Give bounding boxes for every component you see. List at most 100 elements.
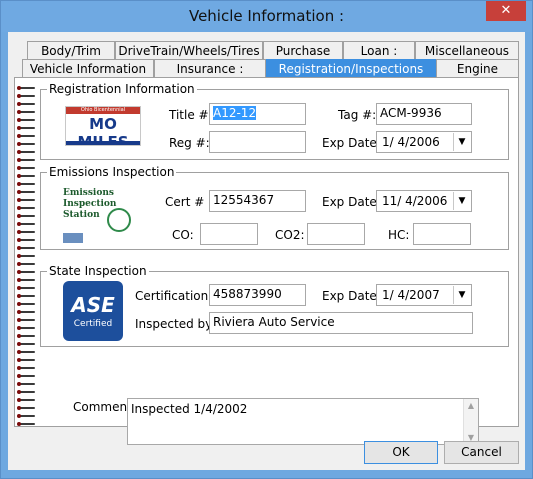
emissions-exp-date-value: 11/ 4/2006	[382, 194, 448, 208]
comment-scrollbar[interactable]: ▲ ▼	[463, 399, 478, 444]
state-certification-input[interactable]: 458873990	[209, 284, 306, 306]
emissions-exp-date-picker[interactable]: 11/ 4/2006 ▼	[376, 190, 472, 212]
tab-vehicle-information[interactable]: Vehicle Information	[22, 59, 154, 77]
spiral-binding	[15, 78, 39, 426]
chevron-down-icon[interactable]: ▼	[453, 286, 470, 304]
binding-ring	[17, 118, 37, 122]
ok-button[interactable]: OK	[364, 441, 438, 464]
state-exp-date-value: 1/ 4/2007	[382, 288, 440, 302]
tag-label: Tag #:	[338, 108, 377, 122]
binding-ring	[17, 414, 37, 418]
co2-label: CO2:	[275, 228, 305, 242]
binding-ring	[17, 166, 37, 170]
binding-ring	[17, 142, 37, 146]
tab-purchase[interactable]: Purchase	[263, 41, 343, 59]
inspected-by-label: Inspected by :	[135, 317, 221, 331]
binding-ring	[17, 310, 37, 314]
binding-ring	[17, 246, 37, 250]
inspected-by-input[interactable]: Riviera Auto Service	[209, 312, 473, 334]
binding-ring	[17, 358, 37, 362]
deq-logo-icon	[63, 233, 83, 243]
binding-ring	[17, 382, 37, 386]
binding-ring	[17, 286, 37, 290]
binding-ring	[17, 174, 37, 178]
binding-ring	[17, 198, 37, 202]
binding-ring	[17, 126, 37, 130]
emissions-cert-input[interactable]: 12554367	[209, 190, 306, 212]
reg-label: Reg #:	[169, 136, 210, 150]
hc-input[interactable]	[413, 223, 471, 245]
tab-miscellaneous[interactable]: Miscellaneous	[415, 41, 519, 59]
reg-number-input[interactable]	[209, 131, 306, 153]
registration-legend: Registration Information	[47, 82, 197, 96]
plate-stripe	[66, 141, 140, 145]
binding-ring	[17, 366, 37, 370]
tag-number-input[interactable]: ACM-9936	[376, 103, 472, 125]
ase-logo-sub: Certified	[73, 319, 113, 329]
emissions-exp-date-label: Exp Date:	[322, 195, 381, 209]
dialog-client-area: Body/Trim DriveTrain/Wheels/Tires Purcha…	[8, 32, 525, 470]
binding-ring	[17, 94, 37, 98]
binding-ring	[17, 406, 37, 410]
state-inspection-group: State Inspection ASE Certified Certifica…	[40, 264, 509, 347]
registration-exp-date-value: 1/ 4/2006	[382, 135, 440, 149]
title-number-value: A12-12	[213, 106, 257, 120]
tab-body-trim[interactable]: Body/Trim	[27, 41, 115, 59]
tab-engine[interactable]: Engine	[436, 59, 519, 77]
registration-exp-date-label: Exp Date:	[322, 136, 381, 150]
binding-ring	[17, 342, 37, 346]
binding-ring	[17, 134, 37, 138]
scroll-up-icon[interactable]: ▲	[464, 401, 478, 410]
cancel-button[interactable]: Cancel	[444, 441, 519, 464]
binding-ring	[17, 206, 37, 210]
registration-inspections-panel: Registration Information Ohio Bicentenni…	[14, 77, 519, 445]
tab-drivetrain[interactable]: DriveTrain/Wheels/Tires	[115, 41, 263, 59]
license-plate-image: Ohio Bicentennial MO MILES	[65, 106, 141, 146]
binding-ring	[17, 150, 37, 154]
cert-label: Cert # :	[165, 195, 213, 209]
binding-ring	[17, 262, 37, 266]
ase-certified-logo: ASE Certified	[63, 281, 123, 341]
co2-input[interactable]	[307, 223, 365, 245]
state-exp-date-picker[interactable]: 1/ 4/2007 ▼	[376, 284, 472, 306]
chevron-down-icon[interactable]: ▼	[453, 133, 470, 151]
binding-ring	[17, 230, 37, 234]
binding-ring	[17, 398, 37, 402]
registration-exp-date-picker[interactable]: 1/ 4/2006 ▼	[376, 131, 472, 153]
binding-ring	[17, 190, 37, 194]
binding-ring	[17, 294, 37, 298]
tab-loan[interactable]: Loan :	[343, 41, 415, 59]
binding-ring	[17, 334, 37, 338]
binding-ring	[17, 86, 37, 90]
emissions-station-image: Emissions Inspection Station	[61, 186, 137, 246]
emissions-logo-line2: Inspection	[63, 199, 117, 209]
ase-logo-text: ASE	[71, 293, 115, 317]
binding-ring	[17, 326, 37, 330]
co-input[interactable]	[200, 223, 258, 245]
binding-ring	[17, 102, 37, 106]
binding-ring	[17, 238, 37, 242]
binding-ring	[17, 318, 37, 322]
emissions-group: Emissions Inspection Emissions Inspectio…	[40, 165, 509, 250]
chevron-down-icon[interactable]: ▼	[453, 192, 470, 210]
binding-ring	[17, 278, 37, 282]
tab-insurance[interactable]: Insurance :	[154, 59, 266, 77]
dialog-window: Vehicle Information : ✕ Body/Trim DriveT…	[0, 0, 533, 479]
plate-top-text: Ohio Bicentennial	[66, 107, 140, 114]
binding-ring	[17, 254, 37, 258]
binding-ring	[17, 422, 37, 426]
binding-ring	[17, 350, 37, 354]
close-button[interactable]: ✕	[486, 1, 526, 21]
title-bar: Vehicle Information : ✕	[1, 1, 532, 32]
title-label: Title #:	[169, 108, 213, 122]
binding-ring	[17, 374, 37, 378]
state-exp-date-label: Exp Date:	[322, 289, 381, 303]
tab-registration-inspections[interactable]: Registration/Inspections	[266, 59, 436, 77]
title-number-input[interactable]: A12-12	[209, 103, 306, 125]
binding-ring	[17, 390, 37, 394]
binding-ring	[17, 214, 37, 218]
comment-textarea[interactable]: Inspected 1/4/2002 ▲ ▼	[127, 398, 479, 445]
hc-label: HC:	[388, 228, 410, 242]
emissions-seal-icon	[107, 208, 131, 232]
comment-value: Inspected 1/4/2002	[131, 402, 248, 416]
